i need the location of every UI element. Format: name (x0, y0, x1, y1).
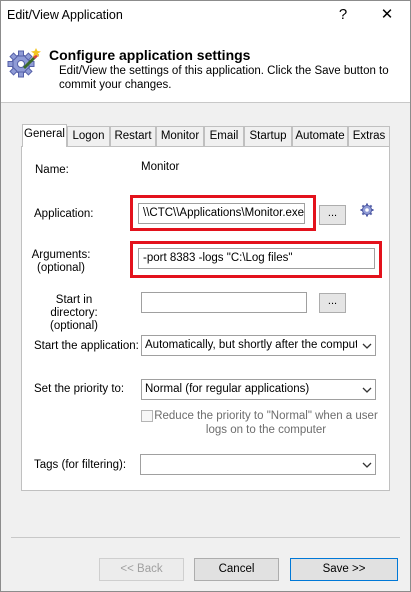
tab-startup[interactable]: Startup (244, 126, 292, 146)
tags-select[interactable] (140, 454, 376, 475)
header-description: Edit/View the settings of this applicati… (59, 65, 389, 91)
start-mode-label: Start the application: (34, 340, 139, 352)
chevron-down-icon (362, 462, 372, 468)
arguments-label: Arguments: (optional) (31, 249, 91, 275)
header-title: Configure application settings (49, 47, 251, 63)
help-button[interactable]: ? (321, 1, 365, 31)
start-directory-optional-text: (optional) (50, 320, 98, 332)
header-banner: Configure application settings Edit/View… (1, 31, 410, 103)
application-label: Application: (34, 208, 94, 220)
priority-value: Normal (for regular applications) (145, 383, 310, 395)
title-bar: Edit/View Application ? ✕ (1, 1, 410, 31)
application-browse-button[interactable]: ... (319, 205, 346, 225)
name-value: Monitor (141, 161, 180, 173)
name-label: Name: (35, 164, 69, 176)
tab-monitor[interactable]: Monitor (156, 126, 204, 146)
application-highlight (130, 195, 316, 231)
cancel-button[interactable]: Cancel (194, 558, 279, 581)
start-mode-value: Automatically, but shortly after the com… (145, 339, 357, 351)
settings-gear-icon[interactable] (360, 203, 374, 217)
tab-logon[interactable]: Logon (67, 126, 110, 146)
back-button[interactable]: << Back (99, 558, 184, 581)
tab-restart[interactable]: Restart (110, 126, 156, 146)
footer-divider (11, 537, 400, 538)
arguments-highlight (130, 241, 382, 278)
start-mode-select[interactable]: Automatically, but shortly after the com… (141, 335, 376, 356)
arguments-label-text: Arguments: (31, 249, 91, 261)
gear-wand-icon (7, 48, 41, 78)
tags-label: Tags (for filtering): (34, 459, 127, 471)
start-directory-browse-button[interactable]: ... (319, 293, 346, 313)
tab-email[interactable]: Email (204, 126, 244, 146)
start-directory-label: Start in directory: (optional) (31, 294, 117, 333)
priority-select[interactable]: Normal (for regular applications) (141, 379, 376, 400)
chevron-down-icon (362, 387, 372, 393)
tab-general[interactable]: General (22, 124, 67, 147)
close-button[interactable]: ✕ (365, 1, 409, 31)
start-directory-label-text: Start in directory: (50, 294, 98, 319)
window-title: Edit/View Application (7, 8, 123, 22)
tab-automate[interactable]: Automate (292, 126, 348, 146)
priority-label: Set the priority to: (34, 383, 125, 395)
reduce-priority-label: Reduce the priority to "Normal" when a u… (154, 410, 378, 436)
start-directory-input[interactable] (141, 292, 307, 313)
tab-extras[interactable]: Extras (348, 126, 390, 146)
chevron-down-icon (362, 343, 372, 349)
save-button[interactable]: Save >> (290, 558, 398, 581)
arguments-optional-text: (optional) (37, 262, 85, 274)
edit-application-dialog: Edit/View Application ? ✕ Configure appl… (0, 0, 411, 592)
